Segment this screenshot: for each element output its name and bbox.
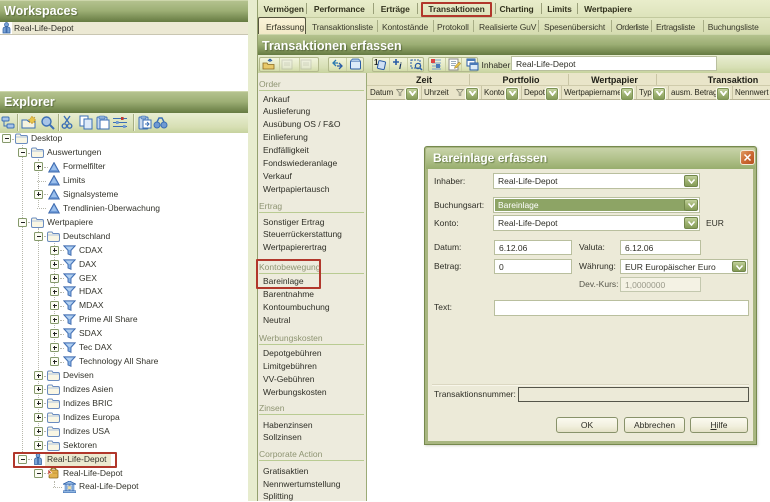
svg-text:i: i xyxy=(399,61,402,71)
